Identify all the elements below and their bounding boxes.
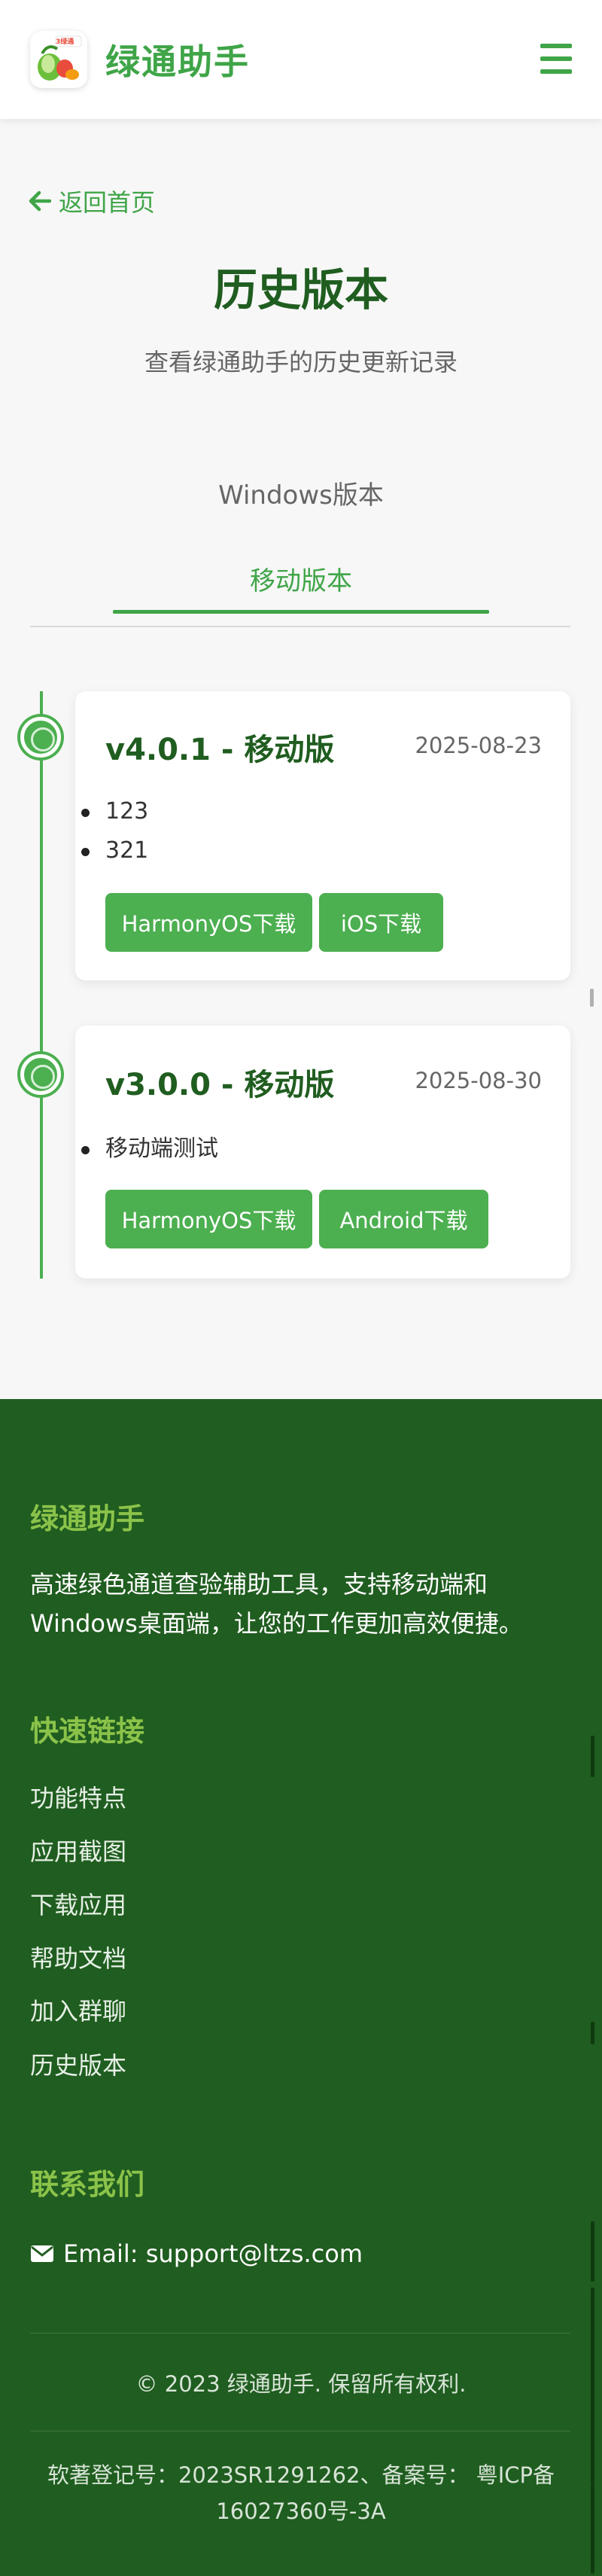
timeline-line xyxy=(40,691,43,1279)
footer-links-heading: 快速链接 xyxy=(30,1715,145,1748)
scrollbar-track-segment xyxy=(591,2288,594,2483)
scrollbar-track-segment xyxy=(591,1736,594,1777)
page-subtitle: 查看绿通助手的历史更新记录 xyxy=(144,348,458,376)
version-date: 2025-08-30 xyxy=(415,1068,542,1093)
site-header: 3绿通 绿通助手 xyxy=(0,0,602,119)
arrow-left-icon xyxy=(29,191,51,212)
page-title: 历史版本 xyxy=(213,264,388,316)
menu-bar xyxy=(540,44,572,48)
timeline-dot xyxy=(20,1054,61,1095)
footer-email[interactable]: Email: support@ltzs.com xyxy=(30,2239,363,2268)
footer-copyright: © 2023 绿通助手. 保留所有权利. xyxy=(135,2371,467,2397)
footer-email-text: Email: support@ltzs.com xyxy=(63,2239,363,2268)
footer-about-heading: 绿通助手 xyxy=(30,1502,145,1535)
tabs-divider xyxy=(30,626,570,627)
menu-bar xyxy=(540,69,572,74)
logo-badge-text: 3绿通 xyxy=(56,38,74,46)
release-notes-list: 123 321 xyxy=(81,792,148,870)
back-home-label: 返回首页 xyxy=(59,188,156,217)
footer-about-text: 高速绿色通道查验辅助工具，支持移动端和Windows桌面端，让您的工作更加高效便… xyxy=(30,1570,523,1638)
release-notes-list: 移动端测试 xyxy=(81,1129,218,1169)
footer-icp-registration[interactable]: 软著登记号：2023SR1291262、备案号： 粤ICP备16027360号-… xyxy=(45,2457,557,2529)
list-item: 123 xyxy=(81,792,148,831)
hamburger-menu-icon[interactable] xyxy=(540,44,572,74)
version-card: v3.0.0 - 移动版 2025-08-30 移动端测试 HarmonyOS下… xyxy=(75,1026,570,1279)
footer-link-features[interactable]: 功能特点 xyxy=(30,1779,126,1814)
list-item: 321 xyxy=(81,831,148,870)
brand-name[interactable]: 绿通助手 xyxy=(105,35,250,84)
harmonyos-download-button[interactable]: HarmonyOS下载 xyxy=(105,893,312,952)
version-date: 2025-08-23 xyxy=(415,733,542,758)
tab-mobile-version[interactable]: 移动版本 xyxy=(0,560,602,597)
scrollbar-thumb[interactable] xyxy=(590,989,594,1007)
footer-link-screenshots[interactable]: 应用截图 xyxy=(30,1833,126,1867)
version-card: v4.0.1 - 移动版 2025-08-23 123 321 HarmonyO… xyxy=(75,691,570,980)
footer-contact-heading: 联系我们 xyxy=(30,2168,145,2201)
android-download-button[interactable]: Android下载 xyxy=(319,1190,488,1248)
tab-windows-version[interactable]: Windows版本 xyxy=(0,474,602,511)
scrollbar-track-segment xyxy=(591,2221,594,2282)
active-tab-indicator xyxy=(113,610,489,614)
scrollbar-track-segment xyxy=(591,2022,594,2044)
envelope-icon xyxy=(31,2245,53,2262)
version-title: v3.0.0 - 移动版 xyxy=(105,1068,335,1102)
version-title: v4.0.1 - 移动版 xyxy=(105,733,335,767)
site-footer: 绿通助手 高速绿色通道查验辅助工具，支持移动端和Windows桌面端，让您的工作… xyxy=(0,1399,602,2576)
scrollbar-track-segment xyxy=(591,2483,594,2574)
back-home-link[interactable]: 返回首页 xyxy=(29,184,155,218)
footer-link-history[interactable]: 历史版本 xyxy=(30,2047,126,2081)
footer-link-join-group[interactable]: 加入群聊 xyxy=(30,1992,126,2027)
footer-divider xyxy=(30,2333,570,2334)
footer-link-download[interactable]: 下载应用 xyxy=(30,1886,126,1921)
app-logo[interactable]: 3绿通 xyxy=(30,31,87,88)
harmonyos-download-button[interactable]: HarmonyOS下载 xyxy=(105,1190,312,1248)
footer-link-help[interactable]: 帮助文档 xyxy=(30,1940,126,1974)
menu-bar xyxy=(540,56,572,61)
ios-download-button[interactable]: iOS下载 xyxy=(319,893,443,952)
list-item: 移动端测试 xyxy=(81,1129,218,1169)
timeline-dot xyxy=(20,717,61,758)
